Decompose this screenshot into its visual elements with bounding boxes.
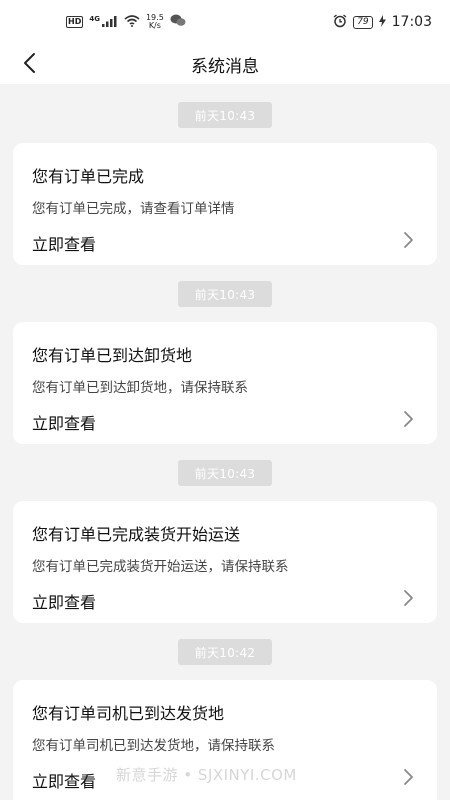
message-timestamp: 前天10:43 [178,281,272,307]
message-card[interactable]: 您有订单已完成 您有订单已完成，请查看订单详情 立即查看 [13,143,437,265]
wifi-icon [124,14,140,30]
chevron-left-icon [22,52,36,78]
wechat-icon [170,14,186,30]
message-desc: 您有订单已完成装货开始运送，请保持联系 [32,559,289,575]
chevron-right-icon[interactable] [401,588,415,608]
message-desc: 您有订单已到达卸货地，请保持联系 [32,380,248,396]
view-now-link[interactable]: 立即查看 [32,231,96,255]
clock: 17:03 [391,14,432,30]
net-speed: 19.5 K/s [146,14,164,30]
view-now-link[interactable]: 立即查看 [32,589,96,613]
status-left: HD 4G 19.5 K/s [66,14,186,30]
chevron-right-icon[interactable] [401,767,415,787]
network-type: 4G [89,15,100,23]
view-now-link[interactable]: 立即查看 [32,410,96,434]
battery-level: 79 [353,15,373,29]
page-title: 系统消息 [191,56,259,77]
message-desc: 您有订单已完成，请查看订单详情 [32,201,235,217]
chevron-right-icon[interactable] [401,409,415,429]
alarm-icon [333,13,347,31]
message-card[interactable]: 您有订单已完成装货开始运送 您有订单已完成装货开始运送，请保持联系 立即查看 [13,501,437,623]
status-right: 79 17:03 [333,13,432,31]
view-now-link[interactable]: 立即查看 [32,768,96,792]
message-card[interactable]: 您有订单已到达卸货地 您有订单已到达卸货地，请保持联系 立即查看 [13,322,437,444]
back-button[interactable] [14,50,44,80]
message-title: 您有订单已完成装货开始运送 [32,525,241,544]
message-timestamp: 前天10:43 [178,102,272,128]
message-list: 前天10:43 您有订单已完成 您有订单已完成，请查看订单详情 立即查看 前天1… [0,84,450,800]
signal-icon [101,15,118,30]
hd-badge: HD [66,16,84,28]
message-desc: 您有订单司机已到达发货地，请保持联系 [32,738,275,754]
watermark: 新意手游 • SJXINYI.COM [116,766,297,784]
chevron-right-icon[interactable] [401,230,415,250]
status-bar: HD 4G 19.5 K/s 79 17:03 [0,0,450,44]
message-title: 您有订单已完成 [32,167,145,186]
nav-bar: 系统消息 [0,44,450,84]
message-title: 您有订单已到达卸货地 [32,346,193,365]
message-title: 您有订单司机已到达发货地 [32,704,225,723]
charging-icon [378,14,386,30]
message-timestamp: 前天10:43 [178,460,272,486]
message-timestamp: 前天10:42 [178,639,272,665]
net-speed-unit: K/s [148,21,161,30]
